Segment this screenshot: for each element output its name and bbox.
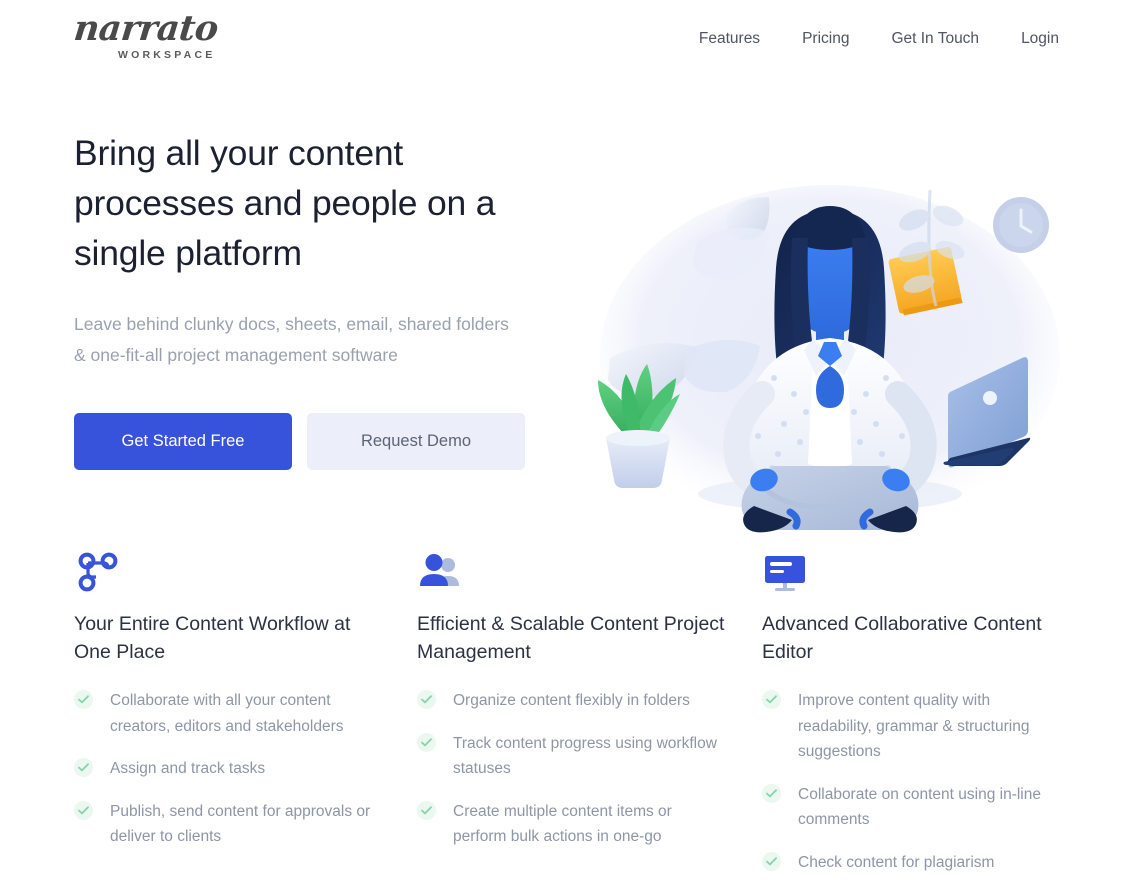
list-item: Publish, send content for approvals or d… xyxy=(74,799,374,850)
list-item: Collaborate with all your content creato… xyxy=(74,688,374,739)
list-item-label: Collaborate with all your content creato… xyxy=(110,692,344,735)
get-started-free-button[interactable]: Get Started Free xyxy=(74,413,292,470)
list-item: Improve content quality with readability… xyxy=(762,688,1062,765)
feature-title: Efficient & Scalable Content Project Man… xyxy=(417,613,725,663)
check-icon xyxy=(762,690,781,709)
hero-cta-group: Get Started Free Request Demo xyxy=(74,413,544,470)
check-icon xyxy=(74,758,93,777)
nav-item-pricing[interactable]: Pricing xyxy=(781,26,870,52)
feature-bullet-list: Improve content quality with readability… xyxy=(762,688,1092,875)
check-icon xyxy=(417,690,436,709)
list-item-label: Assign and track tasks xyxy=(110,760,266,777)
list-item-label: Check content for plagiarism xyxy=(798,853,995,871)
feature-bullet-list: Collaborate with all your content creato… xyxy=(74,688,404,850)
list-item: Assign and track tasks xyxy=(74,756,374,782)
check-icon xyxy=(762,851,781,871)
feature-bullet-list: Organize content flexibly in folders Tra… xyxy=(417,688,747,850)
logo-subtitle: WORKSPACE xyxy=(118,49,216,61)
workflow-icon xyxy=(74,548,404,596)
check-icon xyxy=(74,690,93,709)
list-item: Organize content flexibly in folders xyxy=(417,688,727,714)
people-icon xyxy=(417,548,747,596)
landing-page: narrato WORKSPACE Features Pricing Get I… xyxy=(0,0,1135,893)
nav-item-get-in-touch[interactable]: Get In Touch xyxy=(870,26,1000,52)
list-item-label: Create multiple content items or perform… xyxy=(453,802,672,846)
main-navigation: Features Pricing Get In Touch Login xyxy=(678,26,1063,52)
check-icon xyxy=(762,783,781,803)
request-demo-button[interactable]: Request Demo xyxy=(307,413,525,470)
list-item-label: Collaborate on content using in-line com… xyxy=(798,785,1041,829)
logo[interactable]: narrato WORKSPACE xyxy=(71,8,234,70)
features-section: Your Entire Content Workflow at One Plac… xyxy=(0,548,1135,893)
list-item: Check content for plagiarism xyxy=(762,850,1062,876)
feature-title: Advanced Collaborative Content Editor xyxy=(762,613,1042,663)
list-item: Track content progress using workflow st… xyxy=(417,731,727,782)
logo-wordmark: narrato xyxy=(71,8,220,49)
hero-copy: Bring all your content processes and peo… xyxy=(74,128,544,470)
list-item: Create multiple content items or perform… xyxy=(417,799,727,850)
feature-column-project-management: Efficient & Scalable Content Project Man… xyxy=(417,548,747,867)
list-item: Collaborate on content using in-line com… xyxy=(762,782,1062,833)
check-icon xyxy=(417,800,436,820)
feature-column-editor: Advanced Collaborative Content Editor Im… xyxy=(762,548,1092,892)
hero-section: Bring all your content processes and peo… xyxy=(0,80,1135,533)
hero-subtitle: Leave behind clunky docs, sheets, email,… xyxy=(74,314,509,365)
nav-item-features[interactable]: Features xyxy=(678,26,781,52)
list-item-label: Publish, send content for approvals or d… xyxy=(110,802,371,846)
monitor-icon xyxy=(762,548,1092,596)
wall-clock-icon xyxy=(993,197,1049,253)
check-icon xyxy=(74,800,93,820)
feature-title: Your Entire Content Workflow at One Plac… xyxy=(74,613,351,663)
page-title: Bring all your content processes and peo… xyxy=(74,133,496,273)
list-item-label: Improve content quality with readability… xyxy=(798,692,1030,760)
check-icon xyxy=(417,732,436,752)
list-item-label: Track content progress using workflow st… xyxy=(453,734,717,778)
site-header: narrato WORKSPACE Features Pricing Get I… xyxy=(0,0,1135,80)
list-item-label: Organize content flexibly in folders xyxy=(453,692,690,709)
hero-illustration xyxy=(578,180,1130,550)
nav-item-login[interactable]: Login xyxy=(1000,26,1063,52)
feature-column-workflow: Your Entire Content Workflow at One Plac… xyxy=(74,548,404,867)
